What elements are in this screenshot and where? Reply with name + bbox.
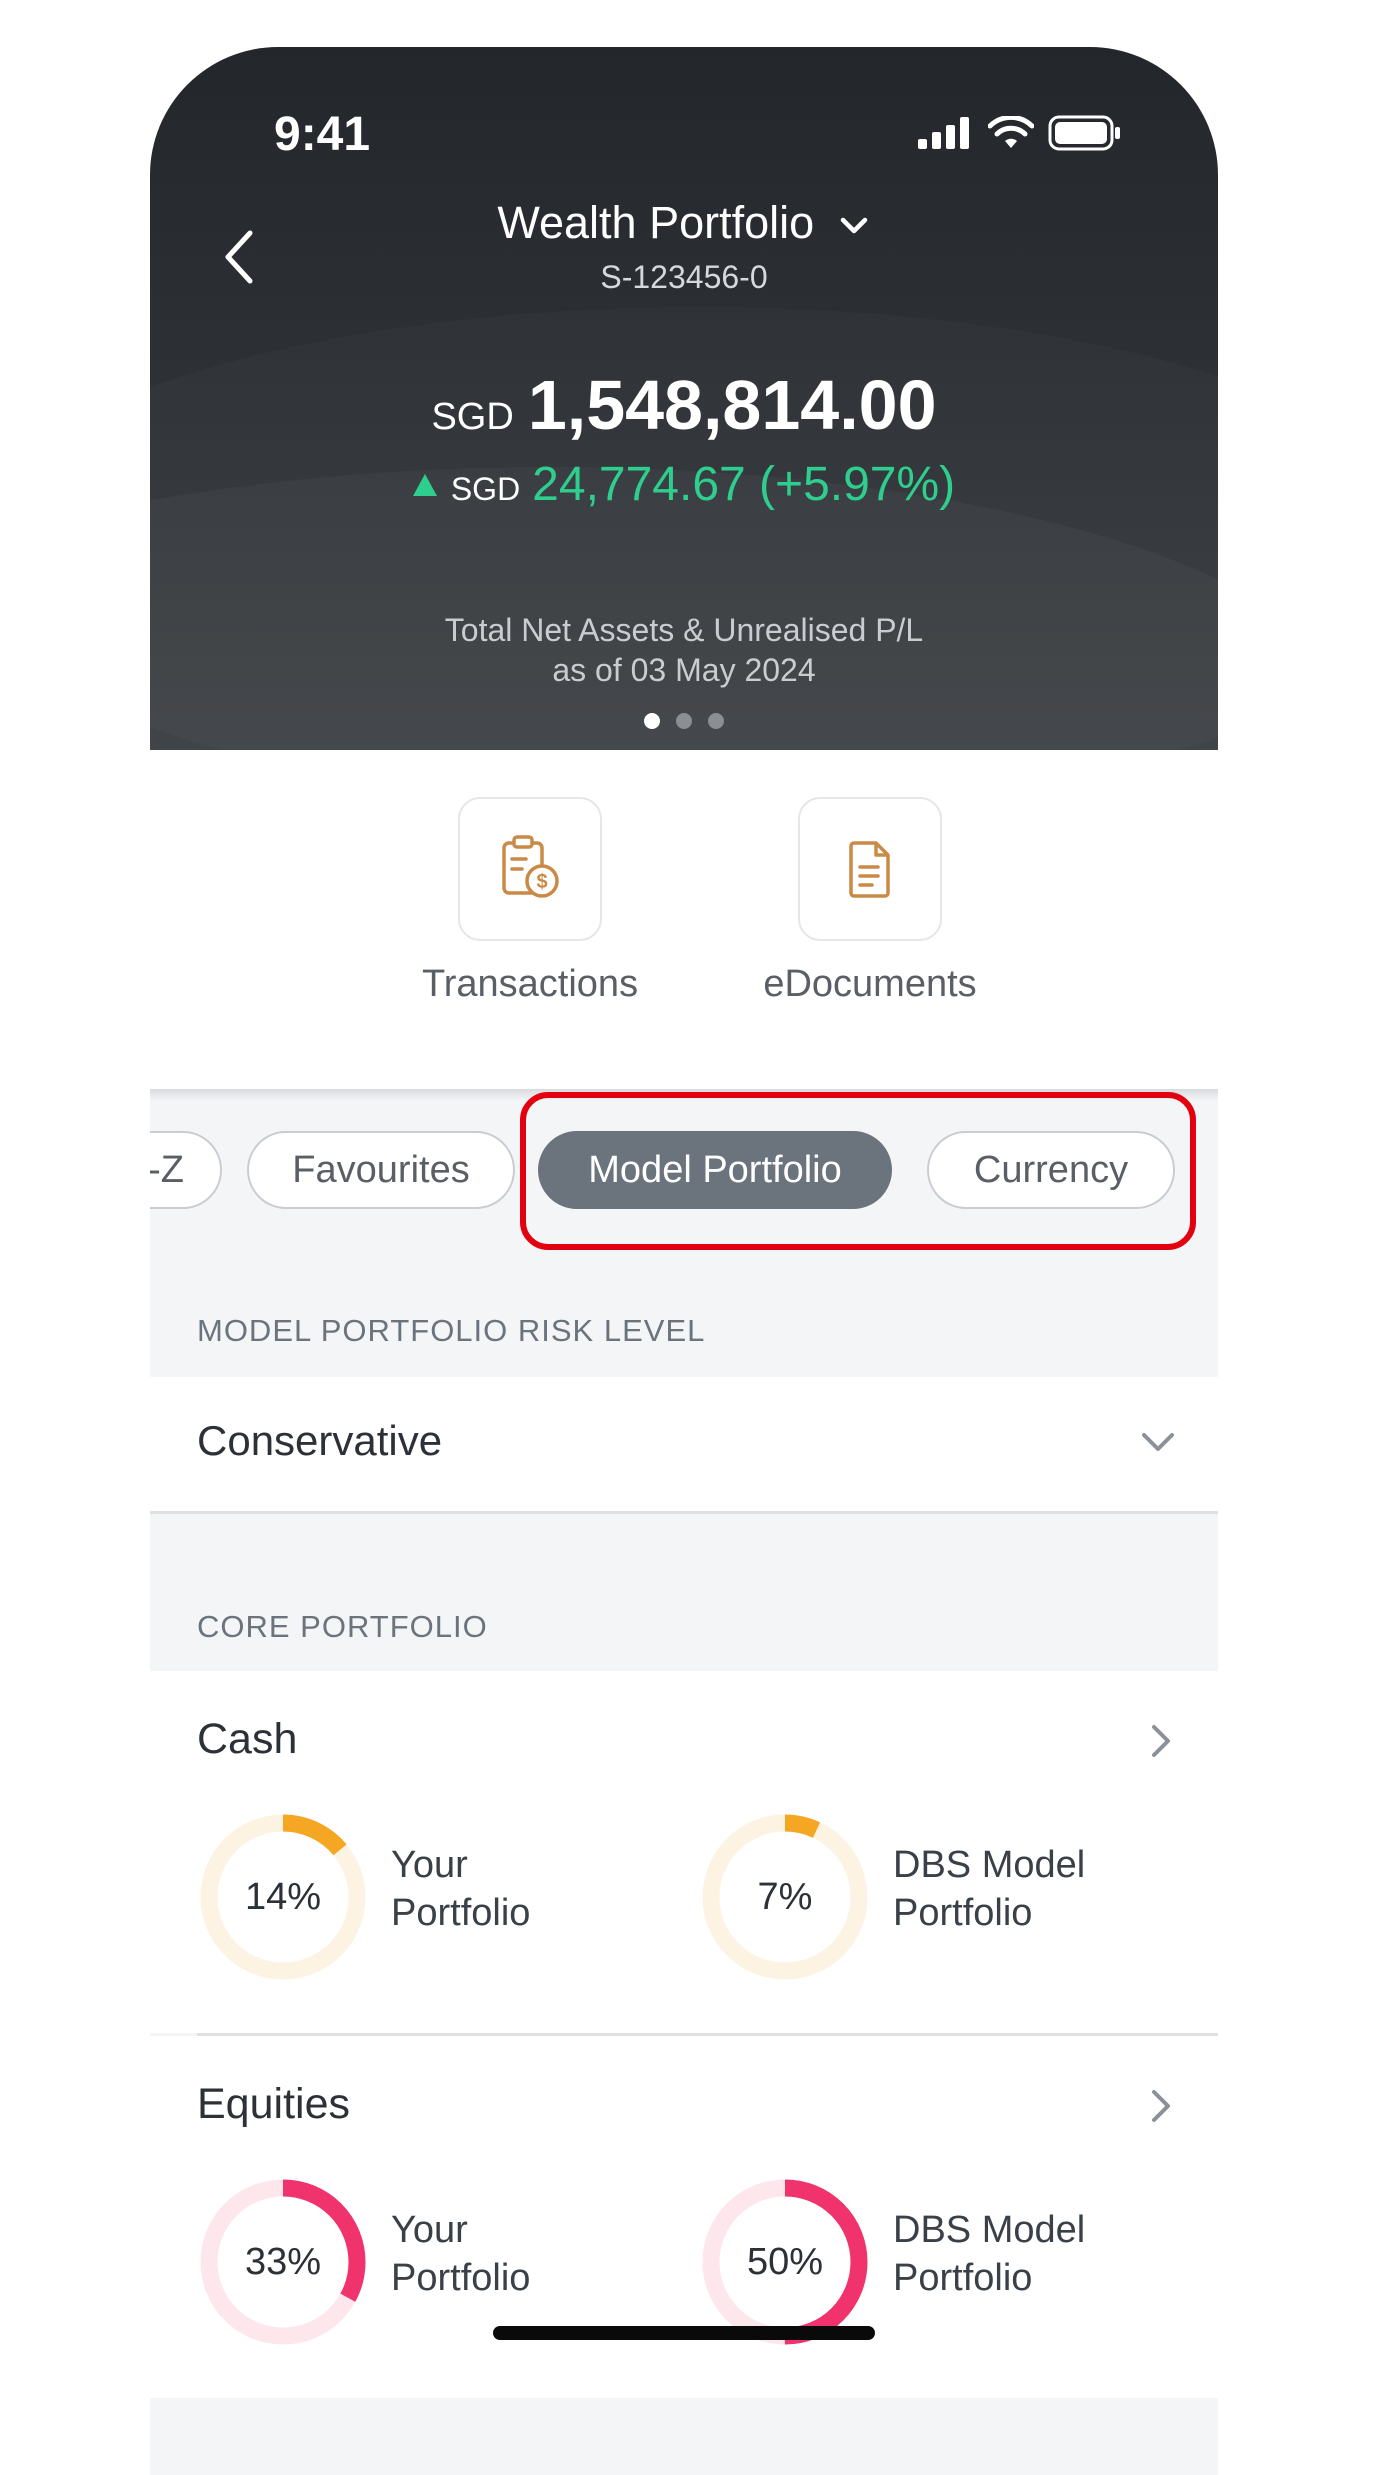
donut-label: DBS Model Portfolio <box>893 1841 1085 1937</box>
gain-triangle-icon <box>412 474 437 496</box>
edocuments-button[interactable]: eDocuments <box>740 797 1000 1006</box>
portfolio-selector[interactable]: Wealth Portfolio <box>150 197 1218 249</box>
battery-icon <box>1048 115 1120 151</box>
donut-percent: 50% <box>746 2240 824 2283</box>
caption-date: as of 03 May 2024 <box>552 652 816 688</box>
edocuments-label: eDocuments <box>763 963 977 1005</box>
signal-icon <box>918 117 969 149</box>
svg-text:$: $ <box>536 871 547 893</box>
highlight-annotation <box>520 1092 1196 1250</box>
donut-percent: 14% <box>244 1875 322 1918</box>
wifi-icon <box>988 116 1034 148</box>
account-number: S-123456-0 <box>600 259 768 295</box>
status-time: 9:41 <box>274 108 371 161</box>
chevron-down-icon <box>840 217 867 234</box>
page-dot[interactable] <box>708 713 724 729</box>
asset-card-cash[interactable]: Cash 14% Your Portfolio 7% DBS Model Por… <box>150 1671 1218 2033</box>
caption-line: Total Net Assets & Unrealised P/L <box>444 612 924 648</box>
transactions-icon-box[interactable]: $ <box>458 797 602 941</box>
label-line: Portfolio <box>391 2257 531 2299</box>
core-portfolio-heading: CORE PORTFOLIO <box>197 1609 488 1644</box>
transactions-label: Transactions <box>421 963 639 1005</box>
donut-your-portfolio: 14% <box>197 1811 369 1983</box>
page-dot-active[interactable] <box>644 713 660 729</box>
risk-level-heading: MODEL PORTFOLIO RISK LEVEL <box>197 1313 706 1348</box>
label-line: DBS Model <box>893 1844 1086 1886</box>
currency-label: SGD <box>431 396 514 438</box>
asset-name: Cash <box>197 1715 298 1763</box>
donut-label: Your Portfolio <box>391 1841 530 1937</box>
header-caption: Total Net Assets & Unrealised P/L as of … <box>150 610 1218 690</box>
document-icon <box>849 841 890 898</box>
chip-label: -Z <box>150 1148 184 1191</box>
chevron-right-icon <box>1152 2090 1170 2122</box>
donut-label: Your Portfolio <box>391 2206 530 2302</box>
label-line: Portfolio <box>391 1892 531 1934</box>
portfolio-title: Wealth Portfolio <box>497 197 815 248</box>
home-indicator[interactable] <box>493 2326 875 2340</box>
quick-actions: $ Transactions eDocuments <box>150 750 1218 1090</box>
label-line: Portfolio <box>893 2257 1033 2299</box>
chevron-right-icon <box>1152 1725 1170 1757</box>
donut-model-portfolio: 50% <box>699 2176 871 2348</box>
total-value: 1,548,814.00 <box>527 366 937 444</box>
unrealised-pl: SGD 24,774.67 (+5.97%) <box>150 457 1218 512</box>
transactions-button[interactable]: $ Transactions <box>400 797 660 1006</box>
donut-model-portfolio: 7% <box>699 1811 871 1983</box>
donut-percent: 7% <box>757 1875 813 1918</box>
pl-currency-label: SGD <box>450 471 521 507</box>
donut-label: DBS Model Portfolio <box>893 2206 1085 2302</box>
status-icons <box>918 115 1122 151</box>
label-line: DBS Model <box>893 2209 1086 2251</box>
label-line: Your <box>391 2209 468 2251</box>
phone-screen: 9:41 Wealth Portfolio S-123456-0 SGD 1,5… <box>150 47 1218 2475</box>
asset-card-equities[interactable]: Equities 33% Your Portfolio 50% DBS Mode… <box>150 2036 1218 2398</box>
label-line: Portfolio <box>893 1892 1033 1934</box>
risk-level-select[interactable]: Conservative <box>150 1377 1218 1514</box>
receipt-dollar-icon: $ <box>502 835 559 898</box>
edocuments-icon-box[interactable] <box>798 797 942 941</box>
portfolio-header: 9:41 Wealth Portfolio S-123456-0 SGD 1,5… <box>150 47 1218 750</box>
risk-level-value: Conservative <box>197 1417 443 1464</box>
donut-your-portfolio: 33% <box>197 2176 369 2348</box>
asset-name: Equities <box>197 2080 350 2128</box>
page-dot[interactable] <box>676 713 692 729</box>
chip-label: Favourites <box>292 1148 470 1191</box>
page-indicator[interactable] <box>150 713 1218 729</box>
pl-value: 24,774.67 (+5.97%) <box>532 458 956 511</box>
total-net-assets: SGD 1,548,814.00 <box>150 365 1218 445</box>
chip-favourites[interactable]: Favourites <box>247 1131 515 1209</box>
label-line: Your <box>391 1844 468 1886</box>
chevron-down-icon <box>1142 1433 1174 1451</box>
donut-percent: 33% <box>244 2240 322 2283</box>
